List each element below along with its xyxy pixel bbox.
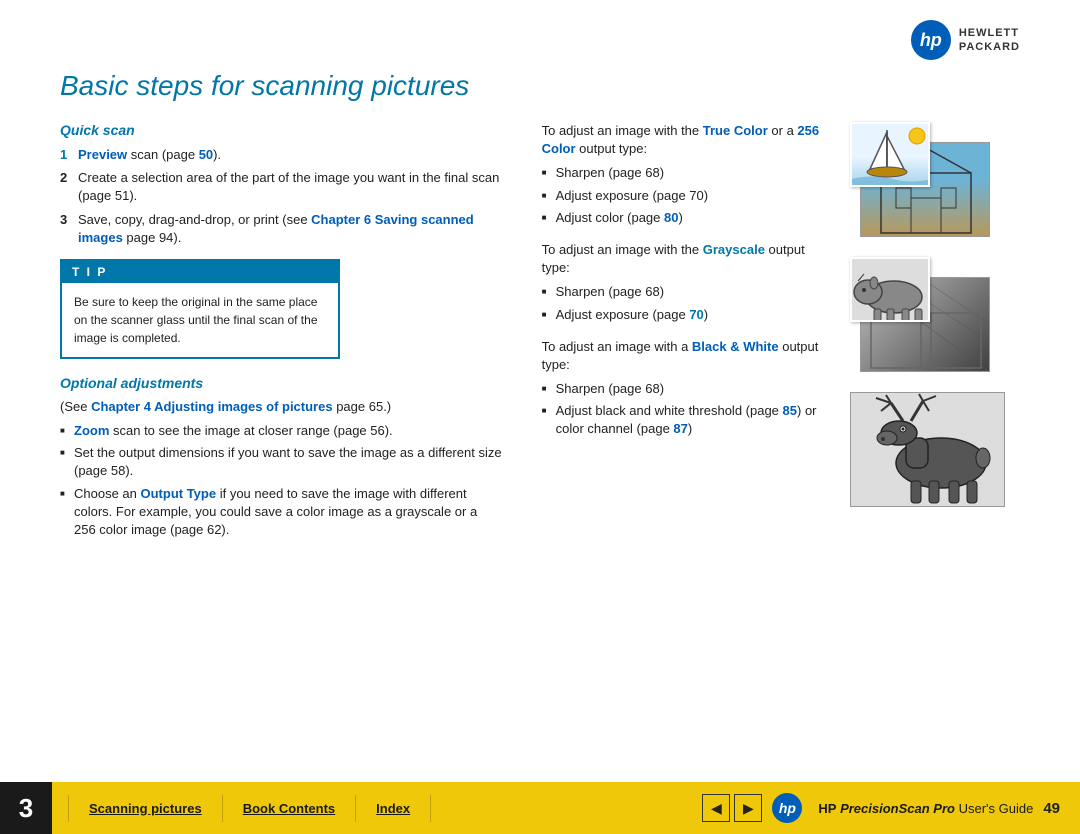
bullet-color: Adjust color (page 80)	[542, 209, 834, 227]
footer-chapter-number: 3	[0, 782, 52, 834]
moose-image	[850, 392, 1005, 507]
quick-scan-steps: 1 Preview scan (page 50). 2 Create a sel…	[60, 146, 502, 247]
image-group-3	[850, 392, 1005, 507]
tip-body: Be sure to keep the original in the same…	[62, 283, 338, 357]
hp-logo: hp HEWLETT PACKARD	[911, 20, 1020, 60]
grayscale-intro: To adjust an image with the Grayscale ou…	[542, 241, 834, 277]
color-intro: To adjust an image with the True Color o…	[542, 122, 834, 158]
tip-box: T I P Be sure to keep the original in th…	[60, 259, 340, 359]
rhino-svg	[852, 259, 930, 322]
sailboat-svg	[852, 124, 930, 187]
footer-bar: 3 Scanning pictures Book Contents Index …	[0, 782, 1080, 834]
image-group-1	[850, 122, 1005, 242]
footer-hp-text: HP	[818, 801, 836, 816]
bullet-threshold: Adjust black and white threshold (page 8…	[542, 402, 834, 438]
right-column: To adjust an image with the True Color o…	[542, 122, 1020, 545]
adjust-section-grayscale: To adjust an image with the Grayscale ou…	[542, 241, 834, 324]
prev-page-button[interactable]: ◀	[702, 794, 730, 822]
quick-scan-heading: Quick scan	[60, 122, 502, 138]
right-images	[850, 122, 1020, 545]
bullet-sharpen-2: Sharpen (page 68)	[542, 283, 834, 301]
bullet-output-type: Choose an Output Type if you need to sav…	[60, 485, 502, 540]
adjust-section-color: To adjust an image with the True Color o…	[542, 122, 834, 227]
footer-link-contents[interactable]: Book Contents	[223, 795, 356, 822]
step-3: 3 Save, copy, drag-and-drop, or print (s…	[60, 211, 502, 247]
bullet-sharpen-1: Sharpen (page 68)	[542, 164, 834, 182]
right-text-sections: To adjust an image with the True Color o…	[542, 122, 834, 545]
optional-bullets: Zoom scan to see the image at closer ran…	[60, 422, 502, 539]
rhino-image	[850, 257, 930, 322]
bullet-dimensions: Set the output dimensions if you want to…	[60, 444, 502, 480]
footer-brand-suffix: User's Guide	[955, 801, 1033, 816]
footer-hp-circle: hp	[772, 793, 802, 823]
footer-links: Scanning pictures Book Contents Index	[52, 795, 702, 822]
footer-link-scanning[interactable]: Scanning pictures	[68, 795, 223, 822]
image-group-2	[850, 257, 1005, 377]
moose-svg	[851, 393, 1005, 507]
hp-logo-text: HEWLETT PACKARD	[959, 26, 1020, 55]
step-1: 1 Preview scan (page 50).	[60, 146, 502, 164]
step-2: 2 Create a selection area of the part of…	[60, 169, 502, 205]
hp-logo-circle: hp	[911, 20, 951, 60]
grayscale-bullets: Sharpen (page 68) Adjust exposure (page …	[542, 283, 834, 323]
bullet-exposure-2: Adjust exposure (page 70)	[542, 306, 834, 324]
bw-bullets: Sharpen (page 68) Adjust black and white…	[542, 380, 834, 439]
color-bullets: Sharpen (page 68) Adjust exposure (page …	[542, 164, 834, 227]
left-column: Quick scan 1 Preview scan (page 50). 2 C…	[60, 122, 502, 545]
page-title: Basic steps for scanning pictures	[60, 70, 1020, 102]
footer-page-number: 49	[1043, 800, 1060, 817]
tip-header: T I P	[62, 261, 338, 283]
bw-intro: To adjust an image with a Black & White …	[542, 338, 834, 374]
footer-brand: HP PrecisionScan Pro User's Guide	[818, 801, 1033, 816]
footer-product-name: PrecisionScan Pro	[840, 801, 955, 816]
bullet-zoom: Zoom scan to see the image at closer ran…	[60, 422, 502, 440]
footer-link-index[interactable]: Index	[356, 795, 431, 822]
optional-heading: Optional adjustments	[60, 375, 502, 391]
optional-intro: (See Chapter 4 Adjusting images of pictu…	[60, 399, 502, 414]
nav-arrows: ◀ ▶	[702, 794, 762, 822]
bullet-exposure-1: Adjust exposure (page 70)	[542, 187, 834, 205]
next-page-button[interactable]: ▶	[734, 794, 762, 822]
adjust-section-bw: To adjust an image with a Black & White …	[542, 338, 834, 439]
bullet-sharpen-3: Sharpen (page 68)	[542, 380, 834, 398]
footer-right: ◀ ▶ hp HP PrecisionScan Pro User's Guide…	[702, 793, 1080, 823]
footer-hp-logo: hp	[772, 793, 802, 823]
sailboat-image	[850, 122, 930, 187]
